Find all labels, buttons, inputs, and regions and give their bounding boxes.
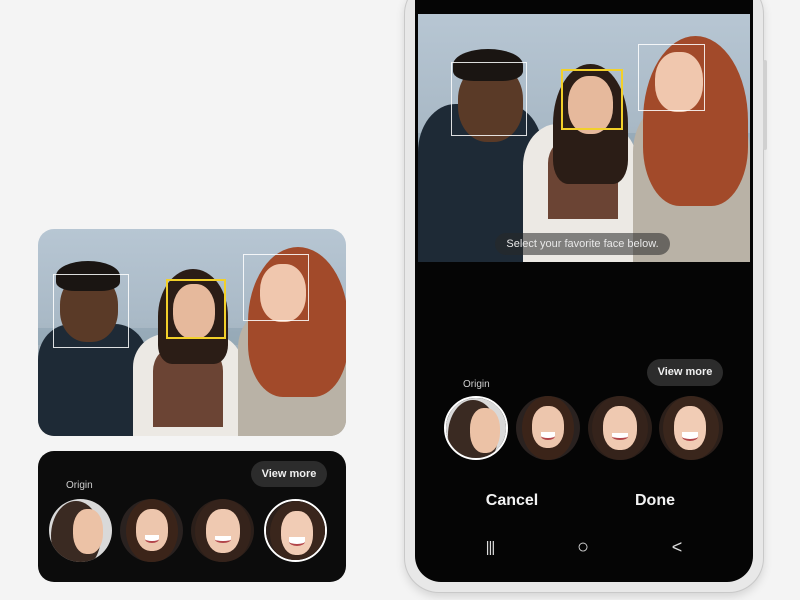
phone-side-button [763, 60, 767, 150]
face-option[interactable] [659, 396, 723, 460]
face-box[interactable] [451, 62, 527, 136]
view-more-button[interactable]: View more [251, 461, 327, 487]
phone-group-photo [418, 14, 750, 262]
face-option[interactable] [191, 499, 254, 562]
face-option[interactable] [120, 499, 183, 562]
face-option-origin[interactable] [444, 396, 508, 460]
origin-label: Origin [66, 480, 93, 491]
face-selector-card: Origin View more [38, 451, 346, 582]
face-box[interactable] [243, 254, 309, 321]
recents-icon[interactable]: ||| [475, 536, 505, 560]
selected-face-box[interactable] [561, 69, 623, 130]
face-box[interactable] [638, 44, 705, 111]
view-more-button[interactable]: View more [647, 359, 723, 386]
selected-face-box[interactable] [166, 279, 226, 339]
face-box[interactable] [53, 274, 129, 348]
origin-label: Origin [463, 379, 490, 390]
face-option[interactable] [516, 396, 580, 460]
done-button[interactable]: Done [615, 489, 695, 513]
cancel-button[interactable]: Cancel [470, 489, 554, 513]
face-option-selected[interactable] [264, 499, 327, 562]
back-icon[interactable]: < [662, 535, 692, 559]
home-icon[interactable]: ○ [568, 534, 598, 560]
face-option-origin[interactable] [49, 499, 112, 562]
left-group-photo [38, 229, 346, 436]
face-option[interactable] [588, 396, 652, 460]
hint-text: Select your favorite face below. [495, 233, 670, 255]
